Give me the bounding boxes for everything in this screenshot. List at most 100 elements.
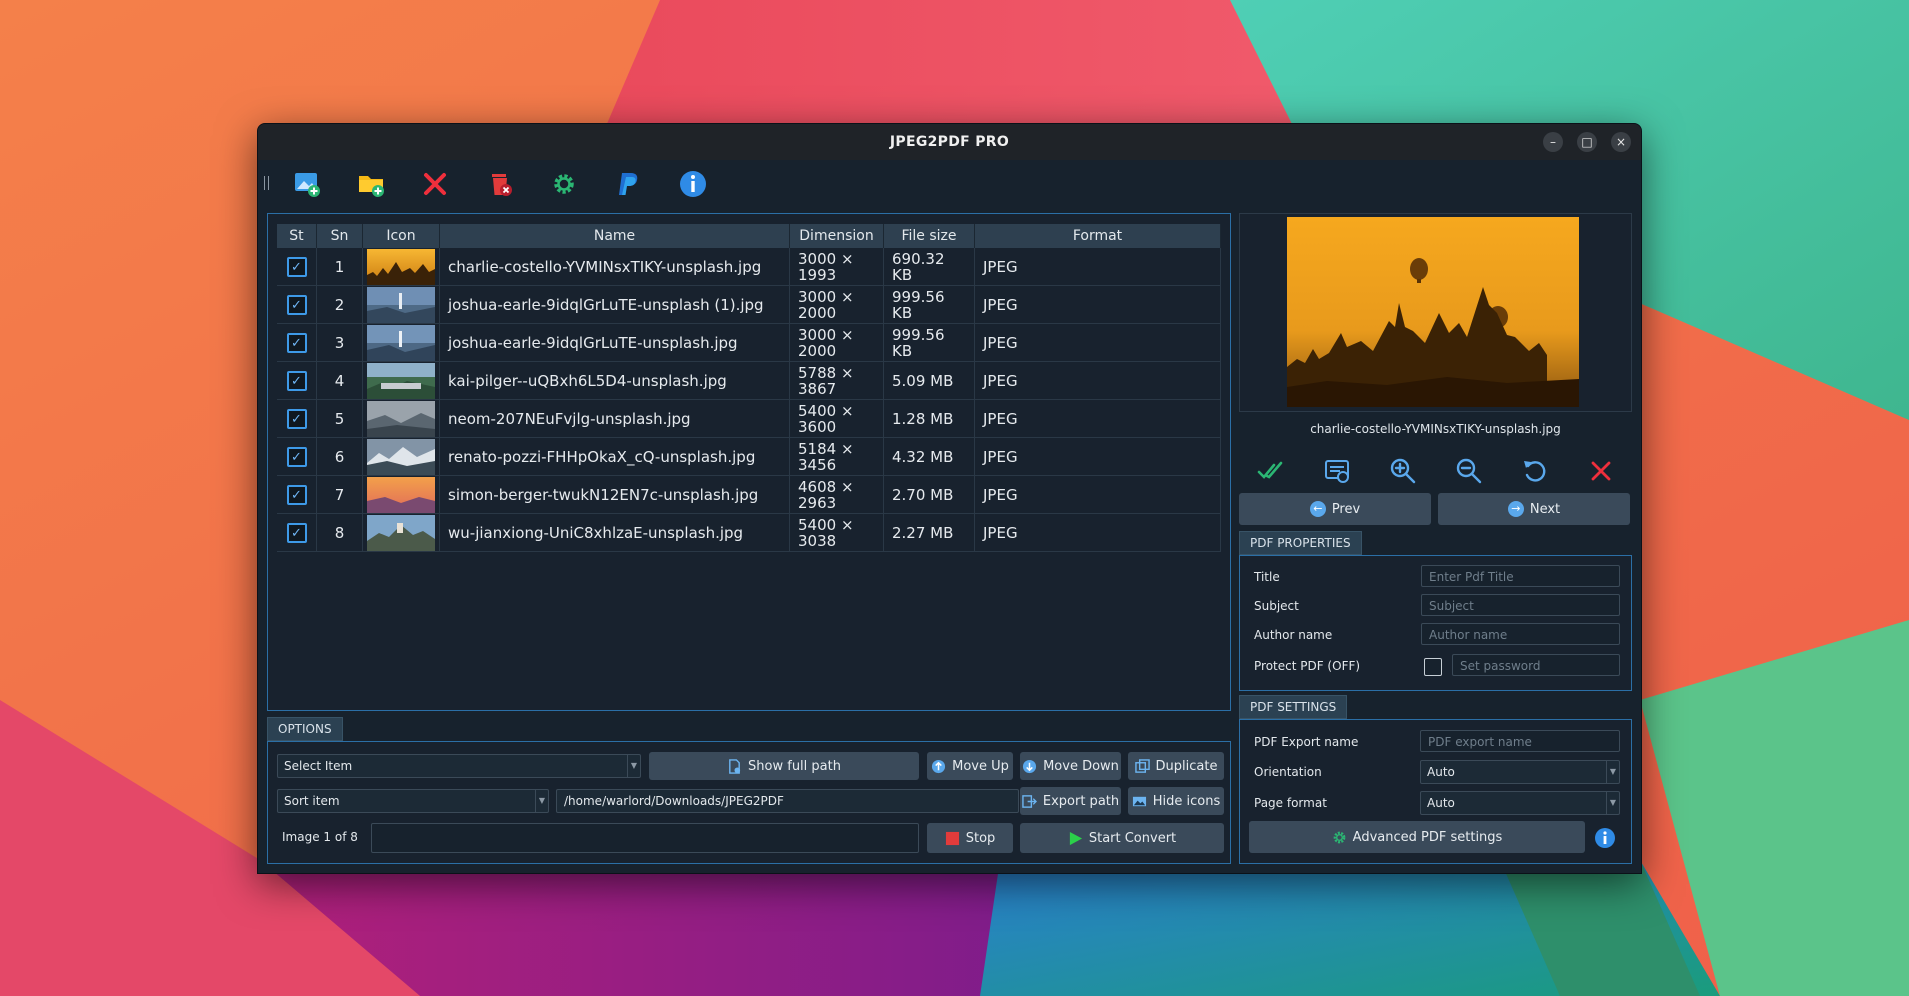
orientation-dropdown[interactable]: Auto ▼ <box>1420 760 1620 784</box>
minimize-button[interactable]: – <box>1543 132 1563 152</box>
row-format: JPEG <box>975 362 1221 400</box>
next-button[interactable]: → Next <box>1438 493 1630 525</box>
export-name-field[interactable]: PDF export name <box>1420 730 1620 752</box>
maximize-button[interactable]: □ <box>1577 132 1597 152</box>
row-sn: 5 <box>317 400 363 438</box>
row-dimension: 5400 × <box>798 402 854 420</box>
show-full-path-button[interactable]: Show full path <box>649 752 919 780</box>
fit-view-icon[interactable] <box>1320 454 1354 488</box>
password-field[interactable]: Set password <box>1452 654 1620 676</box>
remove-icon[interactable] <box>417 166 453 202</box>
delete-all-icon[interactable] <box>482 166 518 202</box>
table-row[interactable]: ✓ 4 kai-pilger--uQBxh6L5D4-unsplash.jpg … <box>277 362 1221 400</box>
select-item-dropdown[interactable]: Select Item ▼ <box>277 754 641 778</box>
row-dimension: 3600 <box>798 418 837 436</box>
header-sn[interactable]: Sn <box>317 224 363 248</box>
file-list-panel: St Sn Icon Name Dimension File size Form… <box>267 213 1231 711</box>
row-filesize: 5.09 MB <box>884 362 975 400</box>
subject-label: Subject <box>1254 599 1299 613</box>
row-filesize: KB <box>892 304 913 322</box>
table-row[interactable]: ✓ 3 joshua-earle-9idqlGrLuTE-unsplash.jp… <box>277 324 1221 362</box>
select-item-value: Select Item <box>284 759 353 773</box>
header-st[interactable]: St <box>277 224 317 248</box>
row-sn: 1 <box>317 248 363 286</box>
chevron-down-icon: ▼ <box>535 790 548 812</box>
zoom-out-icon[interactable] <box>1452 454 1486 488</box>
paypal-icon[interactable] <box>610 166 646 202</box>
header-name[interactable]: Name <box>440 224 790 248</box>
row-checkbox[interactable]: ✓ <box>286 523 307 543</box>
header-filesize[interactable]: File size <box>884 224 975 248</box>
export-path-field[interactable]: /home/warlord/Downloads/JPEG2PDF <box>556 789 1019 813</box>
thumbnail-image <box>367 401 435 437</box>
row-checkbox[interactable]: ✓ <box>286 485 307 505</box>
row-checkbox[interactable]: ✓ <box>286 371 307 391</box>
row-filesize: 1.28 MB <box>884 400 975 438</box>
sort-item-value: Sort item <box>284 794 340 808</box>
header-dimension[interactable]: Dimension <box>790 224 884 248</box>
hide-icons-label: Hide icons <box>1152 793 1221 809</box>
preview-toolbar <box>1239 454 1632 490</box>
zoom-in-icon[interactable] <box>1386 454 1420 488</box>
page-format-dropdown[interactable]: Auto ▼ <box>1420 791 1620 815</box>
image-count-status: Image 1 of 8 <box>282 830 358 844</box>
toolbar-grip[interactable] <box>264 176 269 190</box>
pdf-properties-tab[interactable]: PDF PROPERTIES <box>1239 531 1362 555</box>
start-convert-button[interactable]: Start Convert <box>1020 823 1224 853</box>
row-name: joshua-earle-9idqlGrLuTE-unsplash (1).jp… <box>440 286 790 324</box>
author-field[interactable]: Author name <box>1421 623 1620 645</box>
row-name: renato-pozzi-FHHpOkaX_cQ-unsplash.jpg <box>440 438 790 476</box>
export-path-button[interactable]: Export path <box>1020 787 1121 815</box>
row-sn: 3 <box>317 324 363 362</box>
row-dimension: 5400 × <box>798 516 854 534</box>
header-format[interactable]: Format <box>975 224 1221 248</box>
move-up-button[interactable]: Move Up <box>927 752 1013 780</box>
stop-icon <box>945 831 960 846</box>
export-name-label: PDF Export name <box>1254 735 1359 749</box>
table-row[interactable]: ✓ 2 joshua-earle-9idqlGrLuTE-unsplash (1… <box>277 286 1221 324</box>
row-checkbox[interactable]: ✓ <box>286 333 307 353</box>
image-preview-panel <box>1239 213 1632 425</box>
chevron-down-icon: ▼ <box>627 755 640 777</box>
page-format-label: Page format <box>1254 796 1327 810</box>
advanced-pdf-settings-button[interactable]: Advanced PDF settings <box>1249 821 1585 853</box>
close-window-button[interactable]: × <box>1611 132 1631 152</box>
add-image-icon[interactable] <box>289 166 325 202</box>
table-row[interactable]: ✓ 8 wu-jianxiong-UniC8xhlzaE-unsplash.jp… <box>277 514 1221 552</box>
row-checkbox[interactable]: ✓ <box>286 257 307 277</box>
add-folder-icon[interactable] <box>353 166 389 202</box>
row-checkbox[interactable]: ✓ <box>286 447 307 467</box>
move-down-button[interactable]: Move Down <box>1020 752 1121 780</box>
rotate-icon[interactable] <box>1518 454 1552 488</box>
table-row[interactable]: ✓ 1 charlie-costello-YVMINsxTIKY-unsplas… <box>277 248 1221 286</box>
progress-bar <box>371 823 919 853</box>
thumbnail-image <box>367 287 435 323</box>
row-checkbox[interactable]: ✓ <box>286 295 307 315</box>
pdf-settings-tab[interactable]: PDF SETTINGS <box>1239 695 1348 719</box>
row-sn: 7 <box>317 476 363 514</box>
protect-pdf-checkbox[interactable] <box>1424 658 1442 676</box>
row-sn: 6 <box>317 438 363 476</box>
prev-button[interactable]: ← Prev <box>1239 493 1431 525</box>
check-all-icon[interactable] <box>1254 454 1288 488</box>
row-checkbox[interactable]: ✓ <box>286 409 307 429</box>
options-tab[interactable]: OPTIONS <box>267 717 343 741</box>
stop-button[interactable]: Stop <box>927 823 1013 853</box>
settings-icon[interactable] <box>546 166 582 202</box>
table-row[interactable]: ✓ 5 neom-207NEuFvjlg-unsplash.jpg 5400 ×… <box>277 400 1221 438</box>
close-preview-icon[interactable] <box>1584 454 1618 488</box>
header-icon[interactable]: Icon <box>363 224 440 248</box>
thumbnail-image <box>367 249 435 285</box>
table-row[interactable]: ✓ 7 simon-berger-twukN12EN7c-unsplash.jp… <box>277 476 1221 514</box>
sort-item-dropdown[interactable]: Sort item ▼ <box>277 789 549 813</box>
info-icon[interactable] <box>675 166 711 202</box>
table-row[interactable]: ✓ 6 renato-pozzi-FHHpOkaX_cQ-unsplash.jp… <box>277 438 1221 476</box>
stop-label: Stop <box>965 830 996 846</box>
pdf-title-field[interactable]: Enter Pdf Title <box>1421 565 1620 587</box>
duplicate-button[interactable]: Duplicate <box>1128 752 1224 780</box>
subject-field[interactable]: Subject <box>1421 594 1620 616</box>
file-path-icon <box>727 758 742 774</box>
hide-icons-button[interactable]: Hide icons <box>1128 787 1224 815</box>
row-format: JPEG <box>975 476 1221 514</box>
info-icon[interactable] <box>1594 827 1616 849</box>
